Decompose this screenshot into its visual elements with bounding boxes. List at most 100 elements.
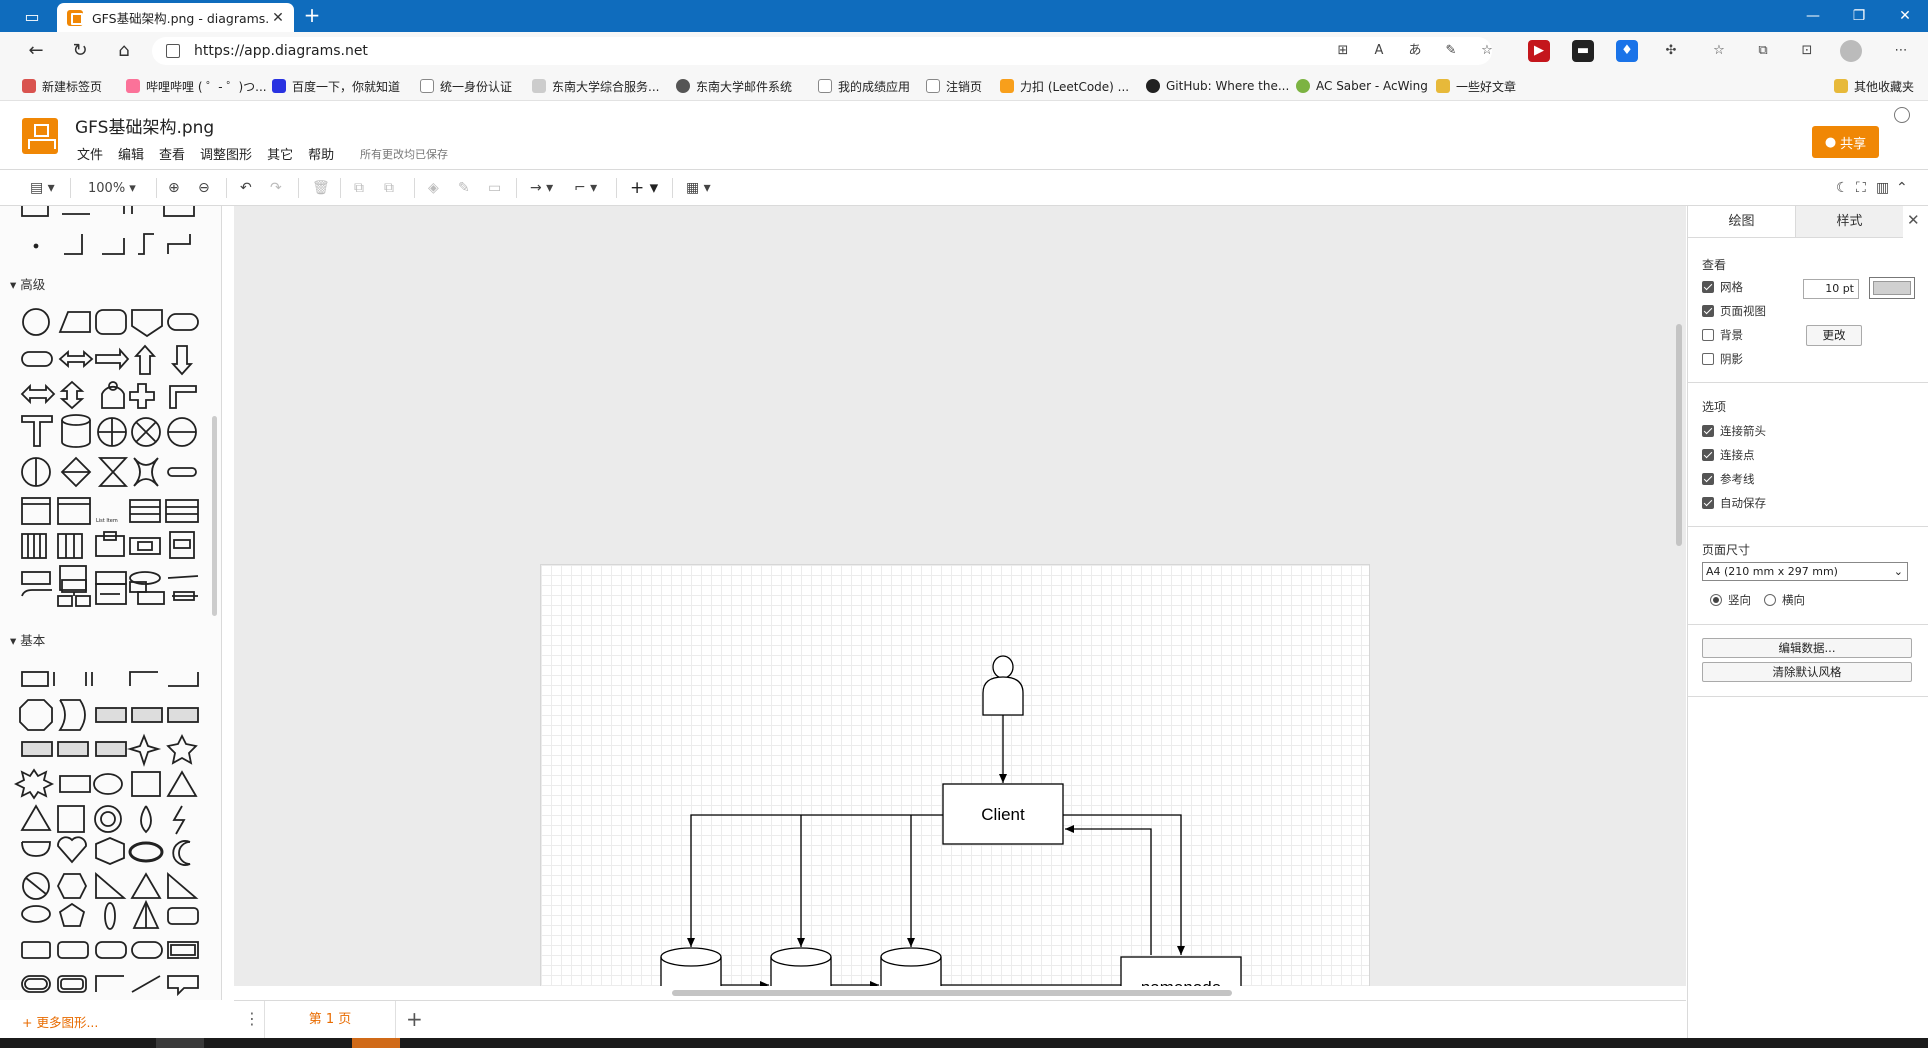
translate-icon[interactable]: あ: [1404, 40, 1426, 62]
shadow-icon[interactable]: ▭: [488, 178, 501, 198]
to-front-icon[interactable]: ⧉: [354, 178, 364, 198]
more-shapes-link[interactable]: + 更多图形...: [22, 1012, 98, 1031]
menu-file[interactable]: 文件: [77, 144, 103, 163]
diagram-canvas[interactable]: Client namenode: [234, 206, 1686, 986]
bookmark-item[interactable]: 东南大学邮件系统: [676, 77, 792, 95]
tab-actions-icon[interactable]: ▭: [10, 4, 54, 28]
portrait-option[interactable]: 竖向: [1710, 592, 1751, 608]
background-option[interactable]: 背景: [1702, 327, 1743, 343]
taskbar-item[interactable]: [156, 1038, 204, 1048]
refresh-button[interactable]: ↻: [66, 38, 94, 64]
extension-red-icon[interactable]: ▶: [1528, 40, 1550, 62]
zoom-out-icon[interactable]: ⊖: [198, 178, 210, 198]
menu-help[interactable]: 帮助: [308, 144, 334, 163]
browser-tab[interactable]: GFS基础架构.png - diagrams.net ✕: [57, 3, 294, 32]
collections-icon[interactable]: ⧉: [1752, 40, 1774, 62]
other-bookmarks-folder[interactable]: 其他收藏夹: [1834, 77, 1914, 95]
table-icon[interactable]: ▦ ▾: [686, 178, 711, 198]
bookmark-item[interactable]: GitHub: Where the...: [1146, 77, 1289, 95]
collapse-icon[interactable]: ⌃: [1896, 178, 1908, 198]
panel-toggle-icon[interactable]: ▥: [1876, 178, 1889, 198]
share-button[interactable]: ● 共享: [1812, 126, 1879, 158]
document-title[interactable]: GFS基础架构.png: [75, 113, 214, 138]
more-menu-icon[interactable]: ⋯: [1890, 40, 1912, 62]
waypoints-icon[interactable]: ⌐ ▾: [574, 178, 597, 198]
screenshot-icon[interactable]: ⊡: [1796, 40, 1818, 62]
page-view-option[interactable]: 页面视图: [1702, 303, 1766, 319]
close-window-button[interactable]: ✕: [1882, 0, 1928, 32]
connection-points-option[interactable]: 连接点: [1702, 447, 1755, 463]
dark-mode-icon[interactable]: ☾: [1836, 178, 1849, 198]
favorite-star-icon[interactable]: ☆: [1476, 40, 1498, 62]
redo-icon[interactable]: ↷: [270, 178, 282, 198]
clear-default-style-button[interactable]: 清除默认风格: [1702, 662, 1912, 682]
connection-arrows-checkbox[interactable]: [1702, 425, 1714, 437]
bookmark-item[interactable]: 东南大学综合服务...: [532, 77, 659, 95]
language-globe-icon[interactable]: [1894, 107, 1910, 123]
zoom-in-icon[interactable]: ⊕: [168, 178, 180, 198]
bookmark-item[interactable]: AC Saber - AcWing: [1296, 77, 1428, 95]
autosave-option[interactable]: 自动保存: [1702, 495, 1766, 511]
new-tab-button[interactable]: +: [300, 4, 324, 28]
format-panel-toggle-icon[interactable]: ▤ ▾: [30, 178, 55, 198]
tab-close-icon[interactable]: ✕: [268, 10, 288, 26]
diagram-page[interactable]: Client namenode: [540, 564, 1370, 986]
tab-style[interactable]: 样式: [1795, 206, 1903, 238]
page-size-select[interactable]: A4 (210 mm x 297 mm) ⌄: [1702, 562, 1908, 581]
fullscreen-icon[interactable]: ⛶: [1856, 178, 1866, 198]
connection-arrows-option[interactable]: 连接箭头: [1702, 423, 1766, 439]
section-basic-header[interactable]: ▾ 基本: [10, 630, 45, 649]
bookmark-item[interactable]: 我的成绩应用: [818, 77, 910, 95]
bookmark-item[interactable]: 哔哩哔哩 ( ゜- ゜)つ...: [126, 77, 267, 95]
canvas-horizontal-scrollbar[interactable]: [672, 990, 1232, 996]
shapes-basic-grid[interactable]: [12, 656, 212, 1000]
bookmark-item[interactable]: 力扣 (LeetCode) ...: [1000, 77, 1129, 95]
undo-icon[interactable]: ↶: [240, 178, 252, 198]
fill-color-icon[interactable]: ◈: [428, 178, 439, 198]
minimize-button[interactable]: —: [1790, 0, 1836, 32]
grid-checkbox[interactable]: [1702, 281, 1714, 293]
insert-icon[interactable]: + ▾: [630, 178, 658, 198]
home-button[interactable]: ⌂: [110, 38, 138, 64]
restore-button[interactable]: ❐: [1836, 0, 1882, 32]
page-view-checkbox[interactable]: [1702, 305, 1714, 317]
extension-blue-icon[interactable]: ♦: [1616, 40, 1638, 62]
menu-edit[interactable]: 编辑: [118, 144, 144, 163]
to-back-icon[interactable]: ⧉: [384, 178, 394, 198]
shapes-misc-grid[interactable]: [12, 206, 212, 258]
change-background-button[interactable]: 更改: [1806, 325, 1862, 346]
user-actor-icon[interactable]: [982, 655, 1024, 716]
extensions-puzzle-icon[interactable]: ✣: [1660, 40, 1682, 62]
tab-page-1[interactable]: 第 1 页: [264, 1001, 396, 1039]
guides-option[interactable]: 参考线: [1702, 471, 1755, 487]
menu-view[interactable]: 查看: [159, 144, 185, 163]
shapes-advanced-grid[interactable]: List Item: [12, 302, 212, 602]
grid-color-picker[interactable]: [1869, 277, 1915, 299]
landscape-radio[interactable]: [1764, 594, 1776, 606]
zoom-dropdown[interactable]: 100% ▾: [88, 178, 136, 198]
bookmark-item[interactable]: 注销页: [926, 77, 982, 95]
tab-diagram[interactable]: 绘图: [1688, 206, 1795, 238]
menu-arrange[interactable]: 调整图形: [200, 144, 252, 163]
guides-checkbox[interactable]: [1702, 473, 1714, 485]
background-checkbox[interactable]: [1702, 329, 1714, 341]
shadow-option[interactable]: 阴影: [1702, 351, 1743, 367]
chunkserver-node[interactable]: [880, 947, 942, 986]
add-page-button[interactable]: +: [406, 1007, 423, 1031]
delete-icon[interactable]: 🗑: [312, 178, 330, 198]
connection-style-icon[interactable]: → ▾: [530, 178, 553, 198]
section-advanced-header[interactable]: ▾ 高级: [10, 274, 45, 293]
grid-size-input[interactable]: 10 pt: [1803, 279, 1859, 299]
url-field[interactable]: https://app.diagrams.net: [152, 37, 1492, 65]
taskbar-item-active[interactable]: [352, 1038, 400, 1048]
bookmark-item[interactable]: 新建标签页: [22, 77, 102, 95]
sidebar-scrollbar[interactable]: [212, 416, 217, 616]
canvas-vertical-scrollbar[interactable]: [1676, 324, 1682, 546]
menu-extras[interactable]: 其它: [267, 144, 293, 163]
read-aloud-icon[interactable]: A: [1368, 40, 1390, 62]
bookmark-item[interactable]: 统一身份认证: [420, 77, 512, 95]
bookmark-item[interactable]: 百度一下，你就知道: [272, 77, 400, 95]
autosave-checkbox[interactable]: [1702, 497, 1714, 509]
chunkserver-node[interactable]: [660, 947, 722, 986]
pages-menu-icon[interactable]: ⋮: [244, 1009, 260, 1028]
